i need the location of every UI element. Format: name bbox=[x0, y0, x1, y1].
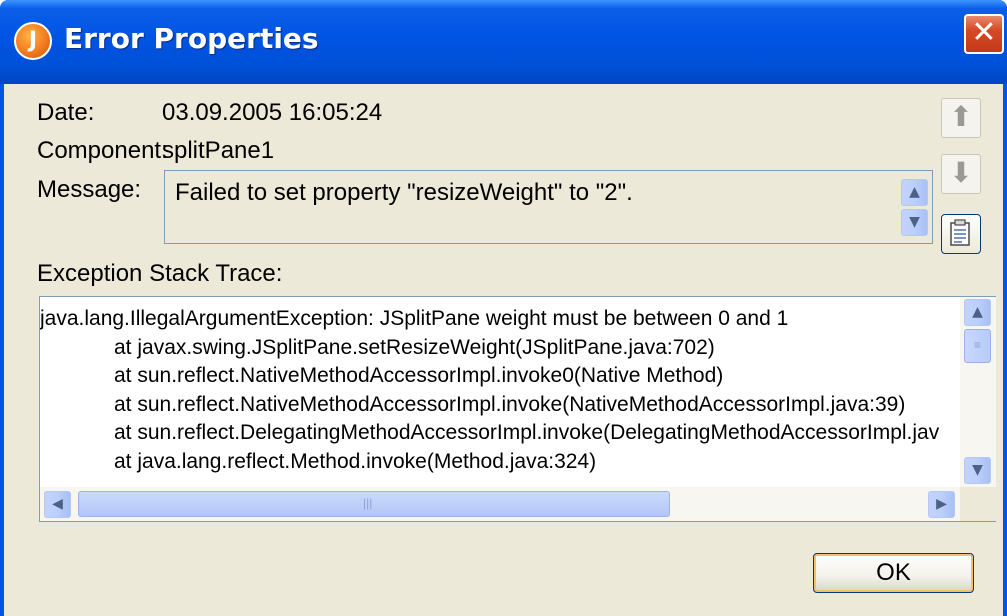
next-error-button[interactable]: ⬇ bbox=[941, 154, 981, 194]
grip-icon: ||| bbox=[363, 496, 373, 510]
close-button[interactable]: ✕ bbox=[964, 14, 1004, 54]
scroll-corner bbox=[960, 487, 996, 521]
trace-line: at sun.reflect.NativeMethodAccessorImpl.… bbox=[114, 364, 724, 387]
stack-trace-text[interactable]: java.lang.IllegalArgumentException: JSpl… bbox=[40, 297, 960, 487]
up-arrow-icon: ⬆ bbox=[949, 100, 973, 133]
scroll-down-button[interactable]: ▼ bbox=[964, 457, 991, 484]
stack-trace-area[interactable]: java.lang.IllegalArgumentException: JSpl… bbox=[39, 296, 996, 522]
stack-trace-label: Exception Stack Trace: bbox=[37, 260, 283, 287]
trace-line: at javax.swing.JSplitPane.setResizeWeigh… bbox=[114, 335, 715, 359]
vertical-scrollbar[interactable]: ▲ ≡ ▼ bbox=[960, 297, 996, 487]
title-bar[interactable]: J Error Properties ✕ bbox=[0, 0, 1007, 84]
message-scroll-up-button[interactable]: ▲ bbox=[901, 179, 928, 206]
message-text: Failed to set property "resizeWeight" to… bbox=[175, 179, 633, 206]
message-field[interactable]: Failed to set property "resizeWeight" to… bbox=[164, 170, 933, 244]
date-value: 03.09.2005 16:05:24 bbox=[162, 99, 383, 126]
trace-line: at java.lang.reflect.Method.invoke(Metho… bbox=[114, 449, 597, 473]
scroll-left-button[interactable]: ◀ bbox=[44, 491, 71, 518]
component-value: splitPane1 bbox=[162, 137, 275, 164]
copy-button[interactable] bbox=[941, 214, 981, 254]
grip-icon: ≡ bbox=[974, 338, 982, 352]
vertical-scroll-thumb[interactable]: ≡ bbox=[964, 329, 991, 363]
java-icon: J bbox=[14, 22, 52, 60]
down-arrow-icon: ⬇ bbox=[949, 156, 973, 189]
clipboard-icon bbox=[950, 219, 970, 246]
horizontal-scroll-thumb[interactable]: ||| bbox=[78, 491, 670, 517]
trace-line: at sun.reflect.DelegatingMethodAccessorI… bbox=[114, 421, 940, 444]
dialog-content: Date: 03.09.2005 16:05:24 Component: spl… bbox=[4, 84, 1003, 616]
error-properties-window: J Error Properties ✕ Date: 03.09.2005 16… bbox=[0, 0, 1007, 616]
window-title: Error Properties bbox=[64, 22, 319, 55]
date-label: Date: bbox=[37, 99, 95, 126]
scroll-up-button[interactable]: ▲ bbox=[964, 299, 991, 326]
trace-line: java.lang.IllegalArgumentException: JSpl… bbox=[40, 307, 789, 330]
message-label: Message: bbox=[37, 176, 142, 203]
scroll-right-button[interactable]: ▶ bbox=[928, 491, 955, 518]
ok-button[interactable]: OK bbox=[813, 553, 974, 593]
horizontal-scrollbar[interactable]: ◀ ||| ▶ bbox=[40, 487, 960, 521]
message-scroll-down-button[interactable]: ▼ bbox=[901, 209, 928, 236]
component-label: Component: bbox=[37, 137, 168, 164]
trace-line: at sun.reflect.NativeMethodAccessorImpl.… bbox=[114, 392, 906, 416]
previous-error-button[interactable]: ⬆ bbox=[941, 98, 981, 138]
